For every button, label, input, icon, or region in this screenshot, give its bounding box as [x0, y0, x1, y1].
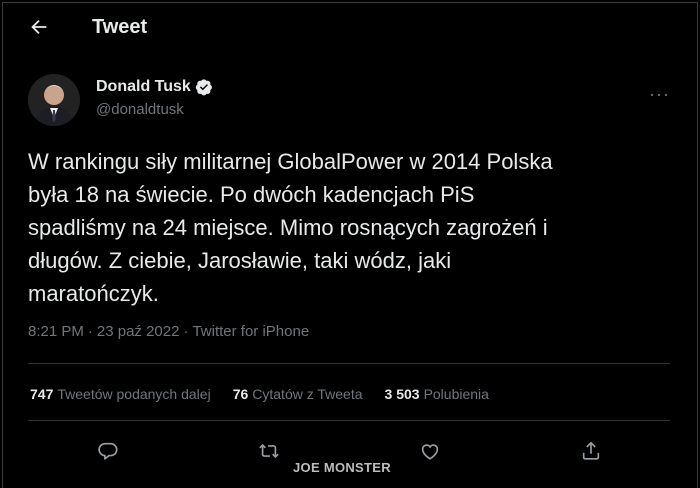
stat-value: 76 [232, 386, 249, 402]
stat-label: Cytatów z Tweeta [252, 386, 363, 402]
stat-retweets[interactable]: 747 Tweetów podanych dalej [30, 386, 211, 402]
avatar[interactable] [28, 74, 80, 126]
meta-separator: · [87, 323, 93, 340]
tweet-source[interactable]: Twitter for iPhone [192, 323, 309, 340]
reply-icon [98, 442, 118, 460]
stat-value: 747 [30, 386, 54, 402]
avatar-image [28, 74, 80, 126]
stat-likes[interactable]: 3 503 Polubienia [385, 386, 489, 402]
header: Tweet [0, 0, 700, 56]
tweet-date[interactable]: 23 paź 2022 [97, 323, 180, 340]
tweet-time[interactable]: 8:21 PM [28, 323, 84, 340]
stat-quotes[interactable]: 76 Cytatów z Tweeta [233, 386, 363, 402]
arrow-left-icon [31, 19, 47, 35]
back-button[interactable] [28, 16, 52, 40]
meta-separator: · [183, 323, 189, 340]
retweet-icon [259, 443, 279, 459]
verified-badge-icon [195, 79, 212, 96]
share-button[interactable] [580, 440, 606, 466]
watermark: JOE MONSTER [293, 460, 391, 475]
stat-label: Polubienia [423, 386, 489, 402]
retweet-button[interactable] [258, 440, 284, 466]
tweet-stats: 747 Tweetów podanych dalej 76 Cytatów z Tw… [30, 386, 511, 402]
divider [28, 420, 670, 421]
author-name-row: Donald Tusk [96, 78, 213, 96]
author-handle[interactable]: @donaldtusk [96, 101, 184, 118]
author-name[interactable]: Donald Tusk [96, 78, 191, 96]
page-title: Tweet [92, 16, 148, 38]
tweet-meta: 8:21 PM · 23 paź 2022 · Twitter for iPhone [28, 323, 309, 340]
like-button[interactable] [419, 440, 445, 466]
stat-value: 3 503 [384, 386, 420, 402]
divider [28, 363, 670, 364]
like-icon [421, 444, 439, 460]
tweet-text: W rankingu siły militarnej GlobalPower w… [28, 149, 553, 306]
share-icon [582, 441, 600, 460]
stat-label: Tweetów podanych dalej [57, 386, 211, 402]
more-options-icon[interactable]: ··· [649, 84, 670, 105]
reply-button[interactable] [97, 440, 123, 466]
